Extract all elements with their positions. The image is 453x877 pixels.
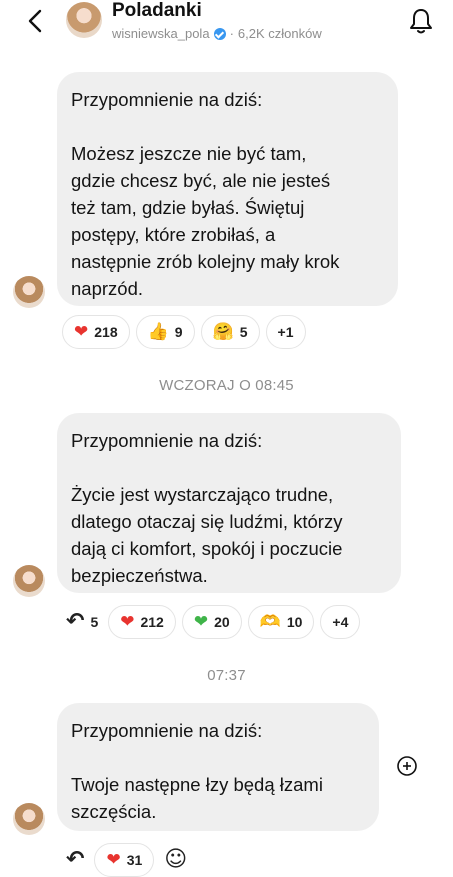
- reply-count[interactable]: ↶ 5: [62, 605, 103, 639]
- channel-title[interactable]: Poladanki: [112, 0, 202, 22]
- back-arrow-icon[interactable]: [22, 6, 50, 36]
- reactions-bar: ❤ 218 👍 9 🤗 5 +1: [62, 315, 306, 349]
- message-bubble[interactable]: Przypomnienie na dziś: Twoje następne łz…: [57, 703, 379, 831]
- reaction-heart-hands[interactable]: 🫶 10: [247, 605, 315, 639]
- red-heart-icon: ❤: [106, 849, 121, 870]
- message-line: naprzód.: [71, 278, 143, 299]
- channel-avatar[interactable]: [66, 2, 102, 38]
- reactions-bar: ↶ ❤ 31 ☺: [62, 843, 192, 877]
- smiley-plus-icon: ☺: [164, 847, 188, 872]
- red-heart-icon: ❤: [120, 611, 135, 632]
- reaction-red-heart[interactable]: ❤ 218: [62, 315, 130, 349]
- reaction-count: 5: [239, 324, 248, 340]
- message-line: Twoje następne łzy będą łzami: [71, 774, 323, 795]
- message-heading: Przypomnienie na dziś:: [71, 430, 263, 451]
- thumbs-up-icon: 👍: [147, 321, 169, 342]
- message-line: Możesz jeszcze nie być tam,: [71, 143, 307, 164]
- reaction-more[interactable]: +1: [265, 315, 306, 349]
- bell-icon[interactable]: [408, 6, 434, 36]
- reaction-count: 20: [214, 614, 230, 630]
- message-line: bezpieczeństwa.: [71, 565, 208, 586]
- reactions-bar: ↶ 5 ❤ 212 ❤ 20 🫶 10 +4: [62, 605, 361, 639]
- reaction-count: 9: [174, 324, 183, 340]
- message-line: też tam, gdzie byłaś. Świętuj: [71, 197, 305, 218]
- reaction-count: 212: [140, 614, 164, 630]
- time-separator: 07:37: [207, 667, 246, 684]
- reaction-count: 218: [94, 324, 118, 340]
- add-reaction-icon[interactable]: [393, 752, 421, 780]
- reaction-red-heart[interactable]: ❤ 212: [108, 605, 176, 639]
- reaction-more-count: +4: [332, 614, 349, 630]
- red-heart-icon: ❤: [74, 321, 89, 342]
- reply-arrow-icon: ↶: [66, 847, 85, 872]
- message-line: gdzie chcesz być, ale nie jesteś: [71, 170, 331, 191]
- date-separator: WCZORAJ O 08:45: [159, 377, 294, 394]
- reaction-red-heart[interactable]: ❤ 31: [94, 843, 155, 877]
- channel-subtitle: wisniewska_pola · 6,2K członków: [112, 26, 322, 41]
- reaction-hugging-face[interactable]: 🤗 5: [200, 315, 260, 349]
- sender-avatar[interactable]: [13, 565, 45, 597]
- message-heading: Przypomnienie na dziś:: [71, 720, 263, 741]
- separator-dot: ·: [229, 26, 234, 41]
- sender-avatar[interactable]: [13, 276, 45, 308]
- reply-arrow-icon: ↶: [66, 609, 85, 634]
- message-line: postępy, które zrobiłaś, a: [71, 224, 276, 245]
- green-heart-icon: ❤: [193, 611, 209, 632]
- message-line: Życie jest wystarczająco trudne,: [71, 484, 334, 505]
- hugging-face-icon: 🤗: [212, 321, 234, 342]
- reaction-thumbs-up[interactable]: 👍 9: [135, 315, 195, 349]
- reaction-green-heart[interactable]: ❤ 20: [181, 605, 242, 639]
- heart-hands-icon: 🫶: [259, 611, 281, 632]
- reply-count-value: 5: [90, 614, 99, 630]
- message-bubble[interactable]: Przypomnienie na dziś: Możesz jeszcze ni…: [57, 72, 398, 306]
- message-heading: Przypomnienie na dziś:: [71, 89, 263, 110]
- reaction-more[interactable]: +4: [320, 605, 361, 639]
- message-line: dlatego otaczaj się ludźmi, którzy: [71, 511, 343, 532]
- message-line: dają ci komfort, spokój i poczucie: [71, 538, 343, 559]
- reaction-count: 10: [286, 614, 303, 630]
- message-line: szczęścia.: [71, 801, 157, 822]
- sender-avatar[interactable]: [13, 803, 45, 835]
- channel-header: Poladanki wisniewska_pola · 6,2K członkó…: [0, 0, 453, 50]
- channel-username: wisniewska_pola: [112, 26, 210, 41]
- reaction-more-count: +1: [277, 324, 294, 340]
- verified-badge-icon: [213, 27, 226, 40]
- add-reaction-button[interactable]: ☺: [160, 843, 192, 877]
- message-bubble[interactable]: Przypomnienie na dziś: Życie jest wystar…: [57, 413, 401, 593]
- reply-button[interactable]: ↶: [62, 843, 89, 877]
- member-count: 6,2K członków: [237, 26, 322, 41]
- message-line: następnie zrób kolejny mały krok: [71, 251, 340, 272]
- reaction-count: 31: [126, 852, 143, 868]
